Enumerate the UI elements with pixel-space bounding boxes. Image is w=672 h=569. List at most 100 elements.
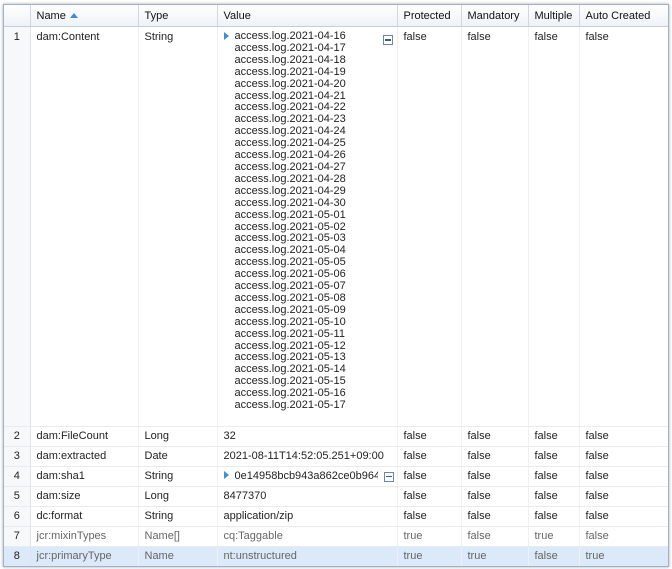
row-number-header [4,5,31,27]
property-type[interactable]: String [138,466,218,487]
property-mandatory: false [461,526,529,547]
property-mandatory: true [461,546,529,566]
row-number: 8 [4,546,31,566]
column-header-mandatory-label: Mandatory [467,9,520,22]
property-multiple: false [528,506,580,527]
table-row[interactable]: 3 dam:extracted Date 2021-08-11T14:52:05… [4,446,668,467]
property-multiple: false [528,446,580,467]
row-number: 3 [4,446,31,467]
property-multiple: false [528,426,580,447]
property-auto-created: false [579,466,668,487]
expand-triangle-icon[interactable] [223,32,229,40]
property-type[interactable]: Name[] [138,526,218,547]
property-auto-created: false [579,506,668,527]
property-mandatory: false [461,466,529,487]
column-header-mandatory[interactable]: Mandatory [461,5,529,27]
property-type[interactable]: String [138,26,218,427]
table-row[interactable]: 1 dam:Content String access.log.2021-04-… [4,26,668,427]
property-mandatory: false [461,426,529,447]
property-name[interactable]: jcr:mixinTypes [30,526,139,547]
edit-value-icon[interactable] [383,472,394,482]
property-auto-created: false [579,426,668,447]
multi-value-item: access.log.2021-04-28 [234,172,346,185]
property-type[interactable]: Long [138,426,218,447]
property-name[interactable]: dam:FileCount [30,426,139,447]
property-value[interactable]: application/zip [217,506,398,527]
table-row[interactable]: 7 jcr:mixinTypes Name[] cq:Taggable true… [4,526,668,547]
property-auto-created: false [579,26,668,427]
column-header-type[interactable]: Type [138,5,218,27]
property-type[interactable]: Long [138,486,218,507]
property-mandatory: false [461,446,529,467]
column-header-name-label: Name [36,9,66,22]
multi-value-item: access.log.2021-05-11 [234,327,345,340]
multi-value-item: access.log.2021-04-18 [234,53,346,66]
column-header-multiple[interactable]: Multiple [528,5,580,27]
table-row[interactable]: 5 dam:size Long 8477370 false false fals… [4,486,668,507]
property-mandatory: false [461,486,529,507]
properties-grid: Name Type Value Protected Mandatory Mult… [3,4,669,567]
header-row: Name Type Value Protected Mandatory Mult… [4,5,668,27]
property-value[interactable]: 0e14958bcb943a862ce0b964 [217,466,398,487]
multi-value-item: access.log.2021-05-10 [234,315,346,328]
property-value[interactable]: 2021-08-11T14:52:05.251+09:00 [217,446,398,467]
row-number: 7 [4,526,31,547]
property-protected: false [397,446,462,467]
property-protected: false [397,26,462,427]
property-mandatory: false [461,26,529,427]
column-header-protected[interactable]: Protected [397,5,462,27]
property-value[interactable]: 8477370 [217,486,398,507]
table-row[interactable]: 6 dc:format String application/zip false… [4,506,668,527]
property-protected: true [397,546,462,566]
multi-value-list: access.log.2021-04-16 access.log.2021-04-… [234,30,346,412]
column-header-protected-label: Protected [403,9,451,22]
property-protected: false [397,486,462,507]
multi-value-item: access.log.2021-04-30 [234,196,346,209]
property-value[interactable]: nt:unstructured [217,546,398,566]
property-auto-created: false [579,446,668,467]
property-value[interactable]: 32 [217,426,398,447]
table-row[interactable]: 4 dam:sha1 String 0e14958bcb943a862ce0b9… [4,466,668,487]
collapse-icon[interactable] [382,35,393,45]
multi-value-item: access.log.2021-05-17 [234,399,346,412]
property-name[interactable]: dam:sha1 [30,466,139,487]
property-name[interactable]: dc:format [30,506,139,527]
properties-table: Name Type Value Protected Mandatory Mult… [4,5,668,566]
multi-value-item: access.log.2021-04-20 [234,77,346,90]
column-header-type-label: Type [144,9,169,22]
property-type[interactable]: Name [138,546,218,566]
multi-value-item: access.log.2021-04-19 [234,65,346,78]
property-auto-created: false [579,526,668,547]
property-type[interactable]: String [138,506,218,527]
property-protected: false [397,466,462,487]
property-value-text: 0e14958bcb943a862ce0b964 [234,470,378,482]
property-mandatory: false [461,506,529,527]
property-auto-created: false [579,486,668,507]
property-name[interactable]: dam:size [30,486,139,507]
property-name[interactable]: dam:Content [30,26,139,427]
row-number: 1 [4,26,31,427]
multi-value-item: access.log.2021-05-01 [234,208,346,221]
property-multiple: false [528,486,580,507]
table-row-selected[interactable]: 8 jcr:primaryType Name nt:unstructured t… [4,546,668,566]
property-protected: true [397,526,462,547]
column-header-value[interactable]: Value [217,5,398,27]
multi-value-item: access.log.2021-04-29 [234,184,346,197]
property-name[interactable]: jcr:primaryType [30,546,139,566]
sort-ascending-icon [69,12,78,18]
row-number: 4 [4,466,31,487]
property-value[interactable]: cq:Taggable [217,526,398,547]
expand-triangle-icon[interactable] [223,471,229,479]
property-type[interactable]: Date [138,446,218,467]
row-number: 5 [4,486,31,507]
property-multiple: false [528,466,580,487]
property-value[interactable]: access.log.2021-04-16 access.log.2021-04-… [217,26,398,427]
property-name[interactable]: dam:extracted [30,446,139,467]
property-multiple: false [528,546,580,566]
row-number: 2 [4,426,31,447]
column-header-auto-created[interactable]: Auto Created [579,5,668,27]
row-number: 6 [4,506,31,527]
table-row[interactable]: 2 dam:FileCount Long 32 false false fals… [4,426,668,447]
property-multiple: false [528,26,580,427]
column-header-name[interactable]: Name [30,5,139,27]
